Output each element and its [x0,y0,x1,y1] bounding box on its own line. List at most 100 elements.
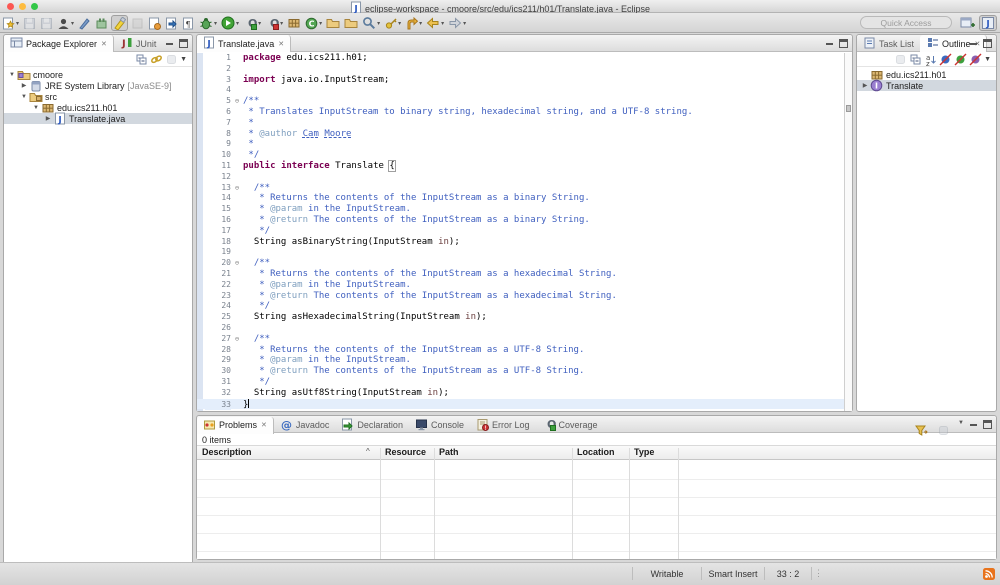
new-task-icon[interactable] [147,15,162,31]
mark-occurrences-icon[interactable] [111,15,128,31]
save-all-icon[interactable] [39,15,54,31]
code-line-16[interactable]: 16 * @return The contents of the InputSt… [197,215,852,226]
hide-static-members-icon[interactable] [953,53,968,65]
disclosure-arrow-icon[interactable]: ▼ [20,94,28,100]
problems-tab-declaration[interactable]: Declaration [335,417,409,434]
code-line-3[interactable]: 3import java.io.InputStream; [197,75,852,86]
column-header-location[interactable]: Location [572,447,629,457]
minimize-outline-icon[interactable] [969,39,978,48]
close-tab-icon[interactable]: ✕ [101,40,107,48]
column-header-resource[interactable]: Resource [380,447,434,457]
maximize-editor-icon[interactable] [839,39,848,48]
code-line-25[interactable]: 25 String asHexadecimalString(InputStrea… [197,312,852,323]
code-line-30[interactable]: 30 * @return The contents of the InputSt… [197,366,852,377]
column-divider[interactable] [434,448,435,559]
coverage-icon[interactable]: Q▾ [242,15,262,31]
column-divider[interactable] [629,448,630,559]
back-icon[interactable]: ▾ [425,15,445,31]
code-line-7[interactable]: 7 * [197,118,852,129]
code-line-31[interactable]: 31 */ [197,377,852,388]
explorer-item-translate-java[interactable]: ▶JTranslate.java [4,113,192,124]
code-line-12[interactable]: 12 [197,172,852,183]
maximize-outline-icon[interactable] [983,39,992,48]
annotation-marker[interactable] [846,105,851,112]
open-folder-icon[interactable] [343,15,359,31]
view-menu-icon[interactable]: ▼ [958,420,964,438]
disclosure-arrow-icon[interactable]: ▶ [20,82,28,89]
link-with-editor-icon[interactable] [149,53,164,65]
focus-icon[interactable] [893,53,908,65]
run-icon[interactable]: ▾ [220,15,240,31]
cut-annotation-icon[interactable] [77,15,92,31]
code-line-2[interactable]: 2 [197,64,852,75]
filters-icon[interactable] [913,422,929,438]
disclosure-arrow-icon[interactable]: ▶ [861,82,869,89]
code-line-20[interactable]: 20⊖ /** [197,258,852,269]
code-line-24[interactable]: 24 */ [197,301,852,312]
new-java-class-icon[interactable]: C▾ [304,15,323,31]
maximize-problems-icon[interactable] [983,420,992,429]
code-line-26[interactable]: 26 [197,323,852,334]
externalize-strings-icon[interactable]: ▾ [383,15,402,31]
save-icon[interactable] [22,15,37,31]
maximize-view-icon[interactable] [179,39,188,48]
statusbar-drag-handle[interactable]: ⋮ [814,568,824,579]
explorer-tab-package-explorer[interactable]: Package Explorer✕ [4,35,114,52]
editor-tab-translate-java[interactable]: JTranslate.java✕ [197,35,291,52]
problems-table-body[interactable] [197,462,996,559]
code-line-13[interactable]: 13⊖ /** [197,183,852,194]
view-menu-icon[interactable]: ▼ [179,53,188,65]
collapse-all-icon[interactable] [134,53,149,65]
column-divider[interactable] [572,448,573,559]
sort-icon[interactable]: az [923,53,938,65]
problems-tab-error-log[interactable]: !Error Log [470,417,536,434]
fold-collapse-icon[interactable]: ⊖ [231,334,243,345]
code-line-18[interactable]: 18 String asBinaryString(InputStream in)… [197,237,852,248]
problems-tab-console[interactable]: Console [409,417,470,434]
code-line-17[interactable]: 17 */ [197,226,852,237]
code-line-11[interactable]: 11public interface Translate { [197,161,852,172]
outline-item-translate[interactable]: ▶ITranslate [857,80,996,91]
last-edit-location-icon[interactable]: ▾ [404,15,423,31]
collapse-all-icon[interactable] [908,53,923,65]
code-line-8[interactable]: 8 * @author Cam Moore [197,129,852,140]
show-selected-element-icon[interactable]: ¶ [181,15,196,31]
open-resource-icon[interactable] [325,15,341,31]
minimize-editor-icon[interactable] [825,39,834,48]
new-wizard-icon[interactable]: ▾ [1,15,20,31]
view-menu-icon[interactable]: ▼ [983,53,992,65]
problems-tab-coverage[interactable]: QCoverage [536,416,604,433]
smart-insert-toggle-icon[interactable] [130,15,145,31]
profile-icon[interactable]: Q▾ [264,15,284,31]
minimize-view-icon[interactable] [165,39,174,48]
code-line-4[interactable]: 4 [197,85,852,96]
code-line-10[interactable]: 10 */ [197,150,852,161]
close-tab-icon[interactable]: ✕ [261,421,267,429]
code-line-1[interactable]: 1package edu.ics211.h01; [197,53,852,64]
fold-collapse-icon[interactable]: ⊖ [231,183,243,194]
debug-icon[interactable]: ▾ [198,15,218,31]
problems-tab-problems[interactable]: Problems✕ [197,417,274,434]
code-line-33[interactable]: 33} [197,399,852,410]
column-header-path[interactable]: Path [434,447,572,457]
usage-reporting-icon[interactable] [983,568,995,582]
search-icon[interactable]: ▾ [361,15,381,31]
open-element-icon[interactable] [164,15,179,31]
disclosure-arrow-icon[interactable]: ▶ [44,115,52,122]
outline-tab-task-list[interactable]: Task List [857,35,920,52]
code-editor[interactable]: 1package edu.ics211.h01;23import java.io… [197,53,852,411]
code-line-27[interactable]: 27⊖ /** [197,334,852,345]
fold-collapse-icon[interactable]: ⊖ [231,96,243,107]
code-line-32[interactable]: 32 String asUtf8String(InputStream in); [197,388,852,399]
explorer-item-src[interactable]: ▼src [4,91,192,102]
explorer-item-cmoore[interactable]: ▼cmoore [4,69,192,80]
code-line-22[interactable]: 22 * @param in the InputStream. [197,280,852,291]
focus-on-task-icon[interactable] [164,53,179,65]
disclosure-arrow-icon[interactable]: ▼ [8,72,16,78]
minimize-problems-icon[interactable] [969,420,978,429]
column-header-description[interactable]: Description [197,447,380,457]
code-line-29[interactable]: 29 * @param in the InputStream. [197,355,852,366]
plugin-icon[interactable] [94,15,109,31]
code-line-6[interactable]: 6 * Translates InputStream to binary str… [197,107,852,118]
hide-fields-icon[interactable] [938,53,953,65]
